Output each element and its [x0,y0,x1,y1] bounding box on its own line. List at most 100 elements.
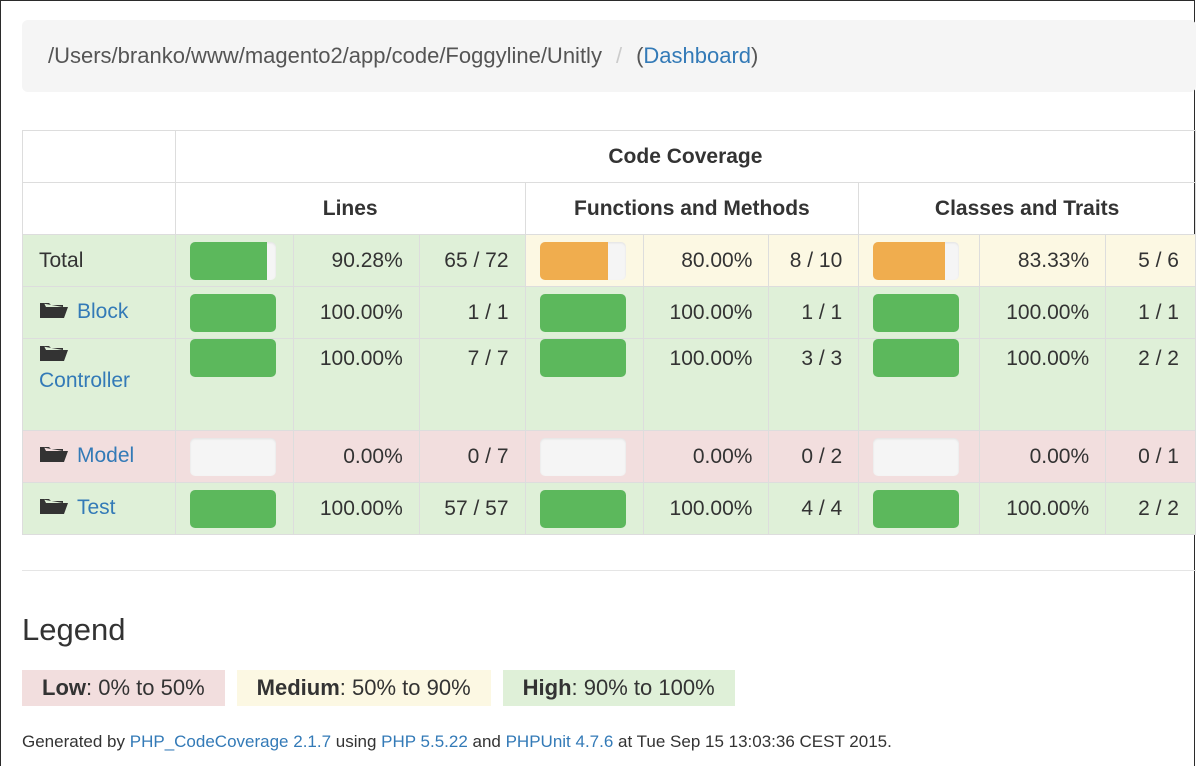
legend-medium-range: : 50% to 90% [339,675,471,700]
classes-bar-cell [858,234,981,287]
footer: Generated by PHP_CodeCoverage 2.1.7 usin… [22,732,892,752]
code-coverage-header: Code Coverage [174,130,1197,183]
lines-percent: 0.00% [292,430,420,483]
legend-medium-label: Medium [256,675,340,700]
progress-fill [873,489,960,528]
footer-using: using [331,732,382,751]
progress-bar [539,241,626,280]
classes-ratio: 5 / 6 [1105,234,1196,287]
legend-high: High: 90% to 100% [502,670,735,706]
breadcrumb-close-paren: ) [751,43,759,68]
coverage-table: Code Coverage Lines Functions and Method… [22,130,1197,535]
lines-ratio: 65 / 72 [418,234,526,287]
classes-ratio: 0 / 1 [1105,430,1196,483]
progress-bar [189,293,276,332]
lines-percent: 100.00% [292,338,420,431]
functions-bar-cell [524,234,644,287]
lines-percent: 100.00% [292,482,420,535]
functions-percent: 0.00% [642,430,770,483]
header-blank-cell [22,182,176,235]
legend-low: Low: 0% to 50% [22,670,225,706]
functions-bar-cell [524,286,644,339]
lines-ratio: 0 / 7 [418,430,526,483]
functions-ratio: 0 / 2 [768,430,860,483]
lines-percent: 100.00% [292,286,420,339]
breadcrumb-separator: / [615,43,623,68]
directory-link[interactable]: Test [77,496,116,519]
row-name-cell: Controller [22,338,176,431]
progress-bar [539,437,626,476]
folder-icon [39,300,69,326]
progress-fill [539,241,609,280]
legend-high-range: : 90% to 100% [571,675,715,700]
directory-link[interactable]: Controller [39,369,130,392]
functions-ratio: 1 / 1 [768,286,860,339]
directory-link[interactable]: Block [77,300,128,323]
dashboard-link[interactable]: Dashboard [643,43,751,69]
classes-ratio: 1 / 1 [1105,286,1196,339]
lines-percent: 90.28% [292,234,420,287]
progress-bar [539,293,626,332]
classes-percent: 100.00% [979,482,1107,535]
progress-fill [539,339,626,377]
table-row: Block 100.00% 1 / 1 100.00% 1 / 1 100.00% 1 / … [22,286,1196,339]
classes-header: Classes and Traits [858,182,1196,235]
progress-fill [189,339,276,377]
functions-ratio: 8 / 10 [768,234,860,287]
functions-percent: 100.00% [642,482,770,535]
divider [22,570,1196,571]
php-link[interactable]: PHP 5.5.22 [381,732,468,751]
progress-bar [873,293,960,332]
classes-bar-cell [858,286,981,339]
row-name-cell: Block [22,286,176,339]
legend-low-range: : 0% to 50% [86,675,205,700]
legend-title: Legend [22,612,126,647]
total-label: Total [39,248,84,272]
functions-ratio: 4 / 4 [768,482,860,535]
table-row: Model 0.00% 0 / 7 0.00% 0 / 2 0.00% 0 / 1 [22,430,1196,483]
lines-header: Lines [174,182,526,235]
row-name-cell: Model [22,430,176,483]
folder-icon [39,444,69,470]
classes-bar-cell [858,482,981,535]
progress-fill [873,293,960,332]
functions-bar-cell [524,430,644,483]
directory-link[interactable]: Model [77,444,134,467]
lines-bar-cell [174,286,294,339]
progress-bar [539,489,626,528]
phpunit-link[interactable]: PHPUnit 4.7.6 [506,732,614,751]
header-blank-cell [22,130,176,183]
classes-bar-cell [858,430,981,483]
legend: Low: 0% to 50% Medium: 50% to 90% High: … [22,670,747,706]
table-row: Controller 100.00% 7 / 7 100.00% 3 / 3 100.00… [22,338,1196,431]
breadcrumb-open-paren: ( [636,43,644,68]
functions-percent: 80.00% [642,234,770,287]
lines-ratio: 1 / 1 [418,286,526,339]
lines-bar-cell [174,234,294,287]
breadcrumb: /Users/branko/www/magento2/app/code/Fogg… [22,20,1196,92]
classes-percent: 83.33% [979,234,1107,287]
progress-fill [189,241,268,280]
table-row: Test 100.00% 57 / 57 100.00% 4 / 4 100.00% 2 /… [22,482,1196,535]
php-codecoverage-link[interactable]: PHP_CodeCoverage 2.1.7 [130,732,331,751]
footer-prefix: Generated by [22,732,130,751]
functions-ratio: 3 / 3 [768,338,860,431]
progress-bar [873,437,960,476]
functions-percent: 100.00% [642,286,770,339]
progress-fill [873,339,960,377]
lines-ratio: 57 / 57 [418,482,526,535]
progress-bar [539,339,626,377]
lines-bar-cell [174,482,294,535]
progress-fill [873,241,945,280]
classes-ratio: 2 / 2 [1105,338,1196,431]
progress-fill [539,489,626,528]
functions-header: Functions and Methods [524,182,860,235]
legend-medium: Medium: 50% to 90% [236,670,491,706]
classes-percent: 100.00% [979,338,1107,431]
footer-suffix: at Tue Sep 15 13:03:36 CEST 2015. [613,732,892,751]
classes-ratio: 2 / 2 [1105,482,1196,535]
progress-bar [189,241,276,280]
progress-fill [189,489,276,528]
lines-ratio: 7 / 7 [418,338,526,431]
functions-bar-cell [524,482,644,535]
